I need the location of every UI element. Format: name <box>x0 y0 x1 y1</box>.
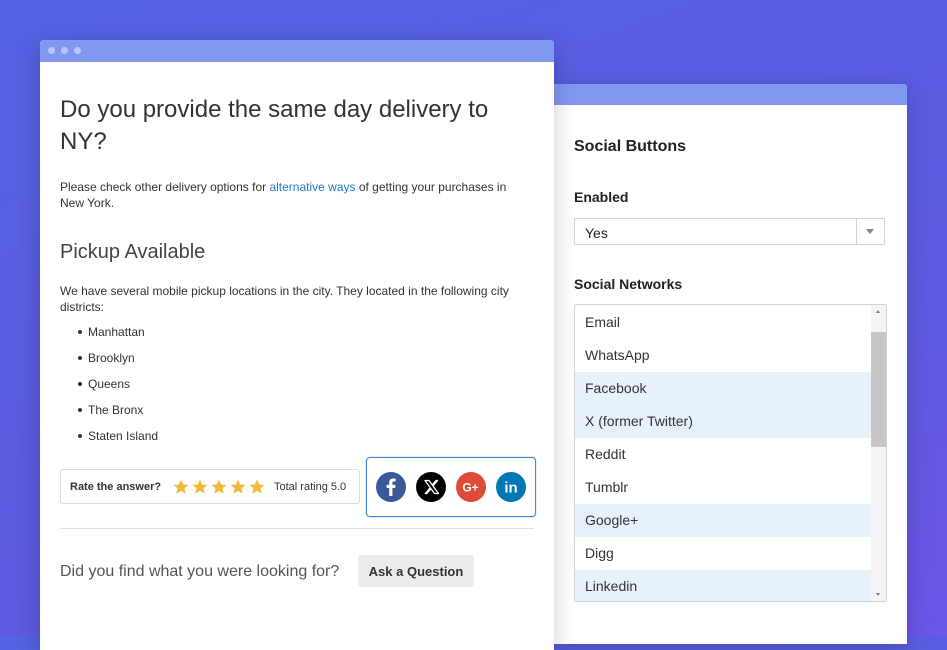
network-option-linkedin[interactable]: Linkedin <box>575 570 873 601</box>
network-option-google-plus[interactable]: Google+ <box>575 504 873 537</box>
network-option-reddit[interactable]: Reddit <box>575 438 873 471</box>
google-plus-share-button[interactable]: G+ <box>456 472 486 502</box>
network-option-digg[interactable]: Digg <box>575 537 873 570</box>
faq-window: Do you provide the same day delivery to … <box>40 40 554 650</box>
faq-window-titlebar <box>40 40 554 62</box>
chevron-down-icon <box>866 229 874 234</box>
window-dot-1 <box>48 47 55 54</box>
star-icon[interactable] <box>229 478 247 496</box>
rating-widget: Rate the answer? Total rating 5.0 <box>60 469 360 504</box>
divider <box>60 528 534 529</box>
star-icon[interactable] <box>210 478 228 496</box>
rate-label: Rate the answer? <box>70 481 162 493</box>
star-icon[interactable] <box>172 478 190 496</box>
faq-question: Do you provide the same day delivery to … <box>60 96 489 155</box>
total-rating: Total rating 5.0 <box>274 481 347 493</box>
pickup-paragraph: We have several mobile pickup locations … <box>60 284 509 314</box>
scroll-thumb[interactable] <box>871 332 886 447</box>
ask-question-button[interactable]: Ask a Question <box>358 555 474 587</box>
scroll-up-icon[interactable] <box>876 310 880 313</box>
alternative-ways-link[interactable]: alternative ways <box>269 180 355 194</box>
rating-stars[interactable] <box>172 478 266 496</box>
intro-text-before: Please check other delivery options for <box>60 180 270 194</box>
social-networks-listbox[interactable]: Email WhatsApp Facebook X (former Twitte… <box>574 304 887 602</box>
list-item: Staten Island <box>77 428 158 454</box>
star-icon[interactable] <box>191 478 209 496</box>
linkedin-icon: in <box>496 472 526 502</box>
listbox-scrollbar[interactable] <box>871 305 886 601</box>
network-option-x[interactable]: X (former Twitter) <box>575 405 873 438</box>
social-share-buttons: G+ in <box>366 457 536 517</box>
settings-window-titlebar <box>548 84 907 105</box>
window-dot-2 <box>61 47 68 54</box>
enabled-label: Enabled <box>574 189 629 205</box>
list-item: Manhattan <box>77 324 158 350</box>
network-option-email[interactable]: Email <box>575 306 873 339</box>
x-share-button[interactable] <box>416 472 446 502</box>
enabled-select-toggle[interactable] <box>856 219 884 244</box>
linkedin-share-button[interactable]: in <box>496 472 526 502</box>
intro-paragraph: Please check other delivery options for … <box>60 179 530 211</box>
panel-title: Social Buttons <box>574 138 687 155</box>
network-option-tumblr[interactable]: Tumblr <box>575 471 873 504</box>
window-dot-3 <box>74 47 81 54</box>
settings-window: Social Buttons Enabled Yes Social Networ… <box>548 84 907 644</box>
svg-text:G+: G+ <box>462 481 478 495</box>
facebook-icon <box>376 472 406 502</box>
star-icon[interactable] <box>248 478 266 496</box>
list-item: The Bronx <box>77 402 158 428</box>
districts-list: Manhattan Brooklyn Queens The Bronx Stat… <box>77 324 158 454</box>
enabled-select-value: Yes <box>585 225 608 241</box>
list-item: Brooklyn <box>77 350 158 376</box>
social-networks-label: Social Networks <box>574 276 683 292</box>
scroll-down-icon[interactable] <box>876 593 880 596</box>
feedback-question: Did you find what you were looking for? <box>60 563 340 580</box>
network-option-facebook[interactable]: Facebook <box>575 372 873 405</box>
pickup-heading: Pickup Available <box>60 241 206 263</box>
google-plus-icon: G+ <box>456 472 486 502</box>
list-item: Queens <box>77 376 158 402</box>
facebook-share-button[interactable] <box>376 472 406 502</box>
network-option-whatsapp[interactable]: WhatsApp <box>575 339 873 372</box>
enabled-select[interactable]: Yes <box>574 218 885 245</box>
svg-text:in: in <box>504 480 517 497</box>
x-icon <box>416 472 446 502</box>
